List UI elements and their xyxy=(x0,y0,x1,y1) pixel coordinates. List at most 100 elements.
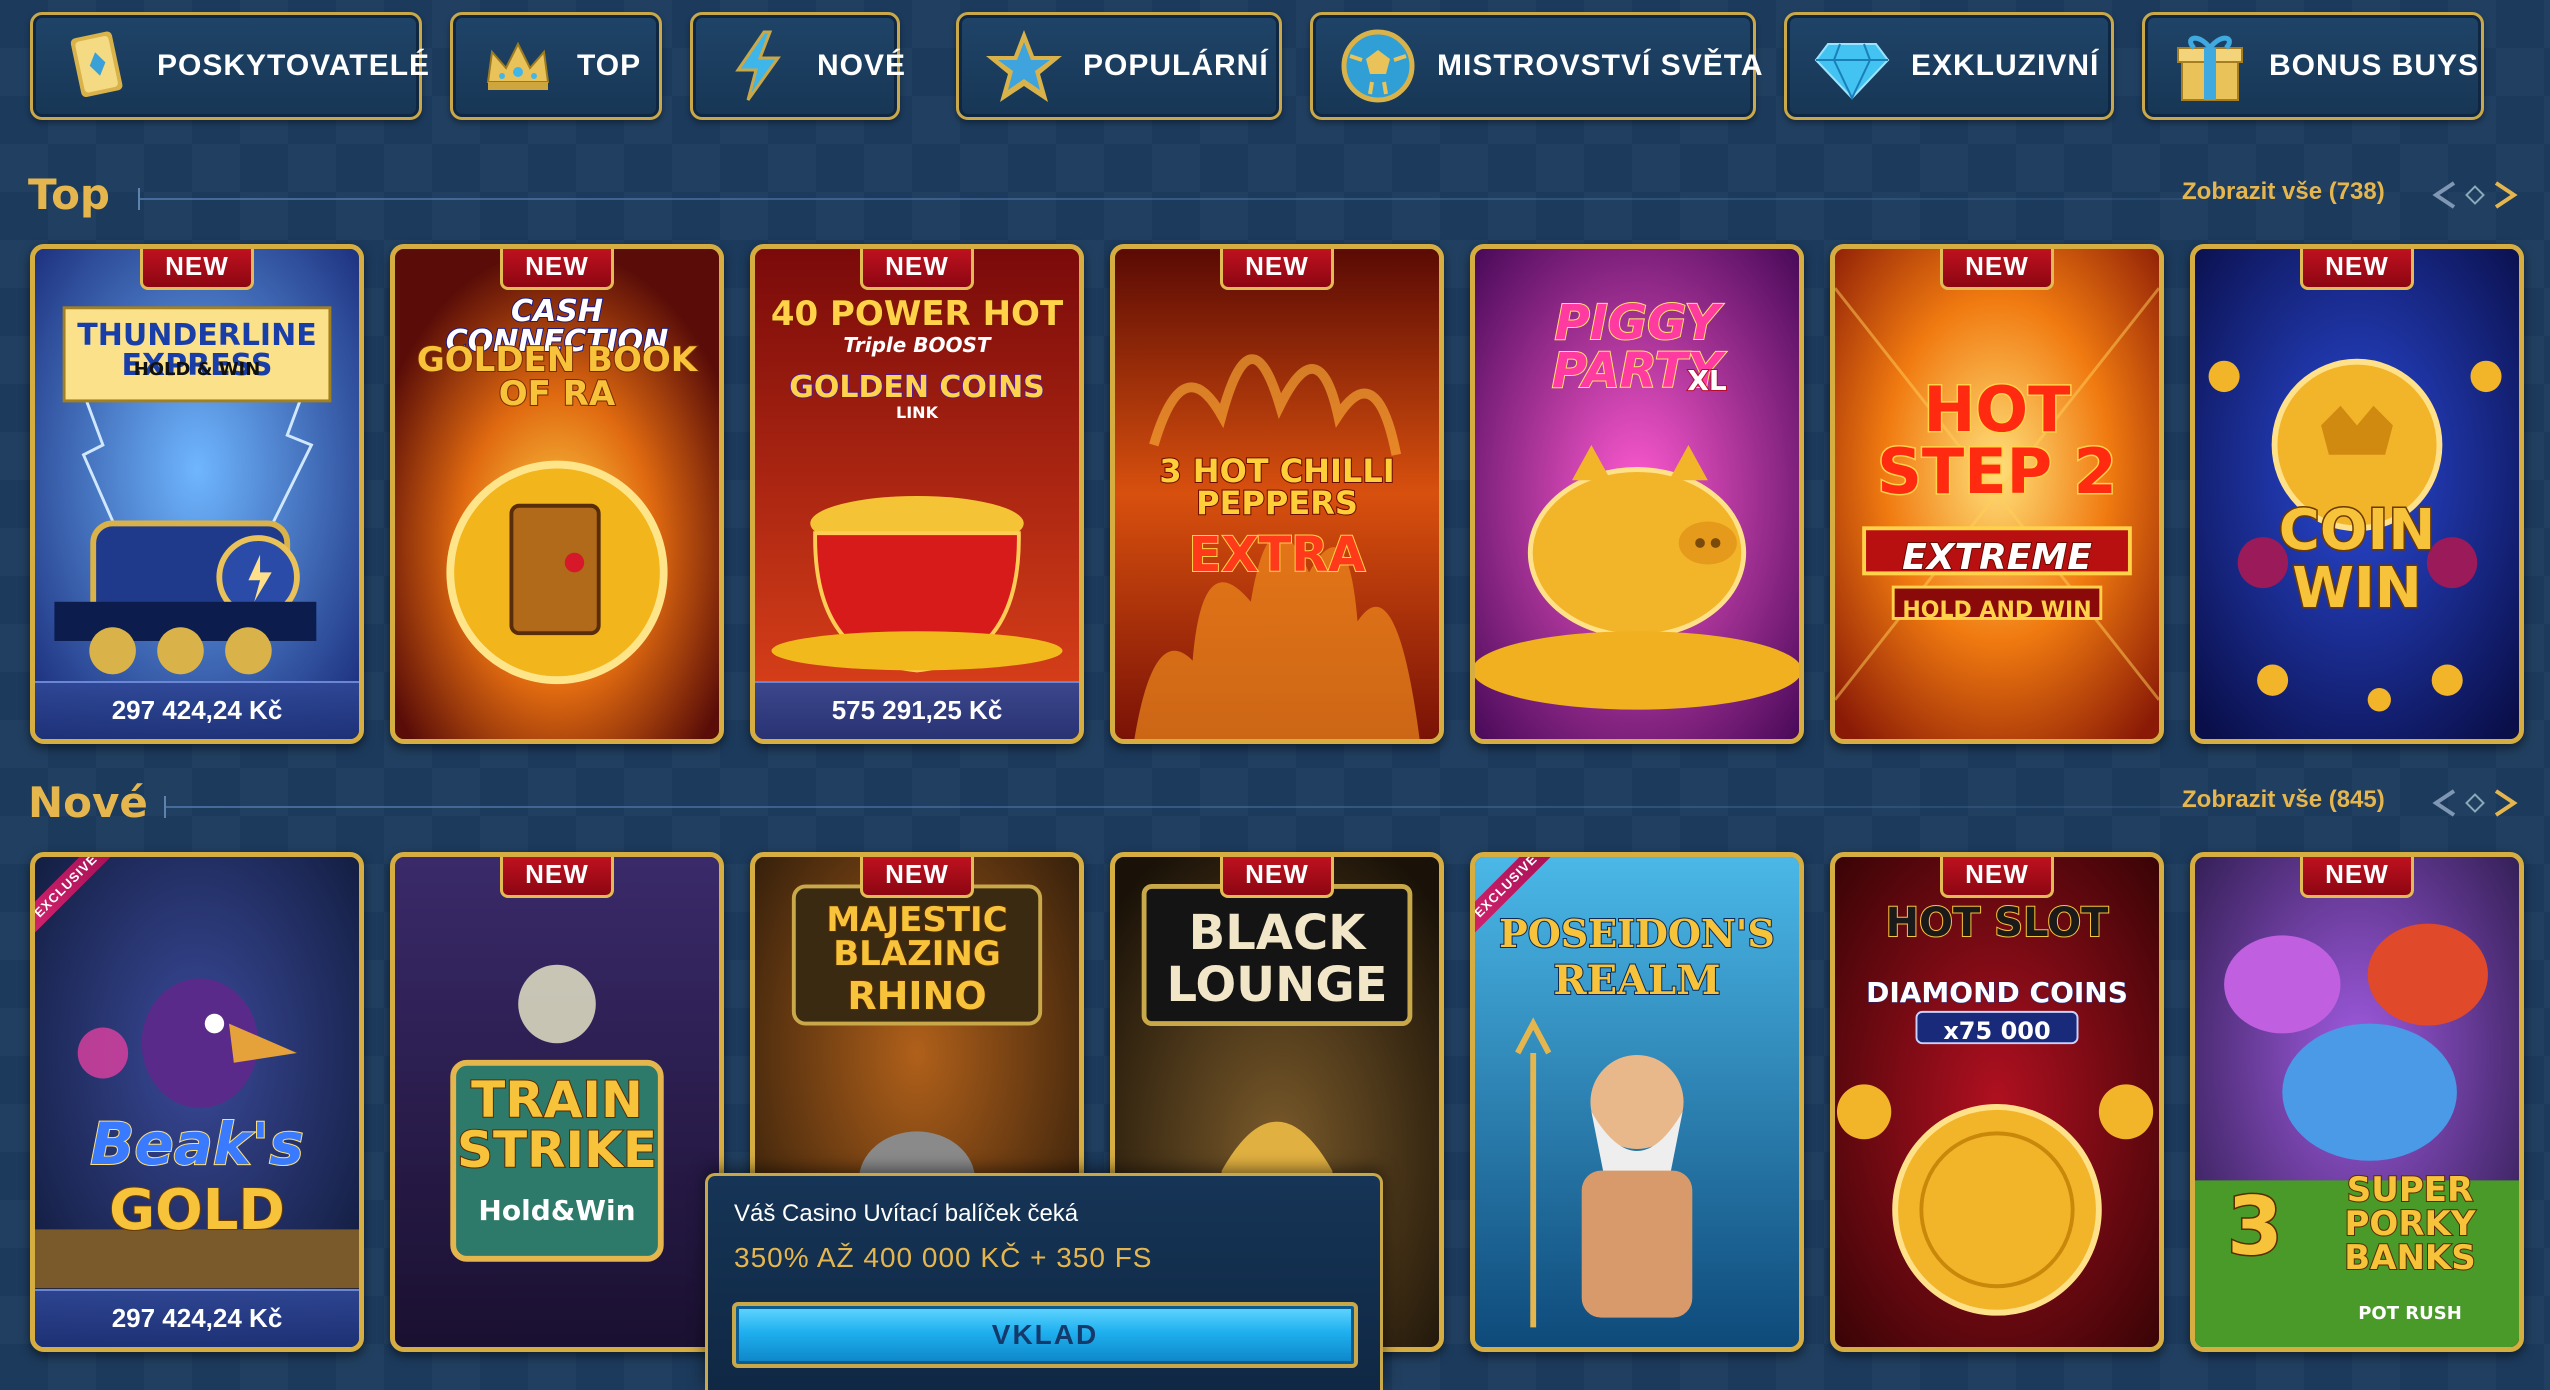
game-art xyxy=(35,857,359,1347)
game-subtitle: RHINO xyxy=(846,974,987,1018)
jackpot-amount: 297 424,24 Kč xyxy=(35,681,359,739)
game-subtitle: Hold&Win xyxy=(478,1194,636,1227)
crown-icon xyxy=(475,23,561,109)
game-subtitle: XL xyxy=(1686,364,1727,397)
new-badge: NEW xyxy=(860,857,974,898)
arrow-left-icon[interactable] xyxy=(2428,177,2464,213)
game-extra: x75 000 xyxy=(1943,1017,2051,1045)
game-card[interactable]: NEW 40 POWER HOT Triple BOOST GOLDEN COI… xyxy=(750,244,1084,744)
game-subtitle: LOUNGE xyxy=(1166,957,1388,1013)
game-subtitle: EXTRA xyxy=(1188,527,1367,583)
game-subtitle: HOLD & WIN xyxy=(133,359,261,380)
game-subtitle: EXTREME xyxy=(1901,537,2093,578)
game-subtitle: WIN xyxy=(2291,556,2423,621)
game-extra: HOLD AND WIN xyxy=(1902,598,2092,623)
category-label: POPULÁRNÍ xyxy=(1083,49,1269,82)
game-title: 40 POWER HOT xyxy=(770,294,1064,334)
category-new-button[interactable]: NOVÉ xyxy=(690,12,905,120)
game-subtitle: GOLD xyxy=(108,1178,286,1243)
game-title: HOT STEP 2 xyxy=(1876,373,2118,508)
gift-icon xyxy=(2167,23,2253,109)
diamond-icon xyxy=(1809,23,1895,109)
category-world-cup-button[interactable]: MISTROVSTVÍ SVĚTA xyxy=(1310,12,1762,120)
new-badge: NEW xyxy=(1940,857,2054,898)
new-badge: NEW xyxy=(500,249,614,290)
section-header-top: Top Zobrazit vše (738) xyxy=(28,170,2528,230)
category-nav: POSKYTOVATELÉ TOP NOVÉ POPULÁRNÍ MISTROV… xyxy=(0,0,2550,140)
new-badge: NEW xyxy=(1220,249,1334,290)
soccer-ball-icon xyxy=(1335,23,1421,109)
new-badge: NEW xyxy=(140,249,254,290)
section-title: Nové xyxy=(28,778,148,827)
game-card[interactable]: NEW 3 HOT CHILLI PEPPERS EXTRA xyxy=(1110,244,1444,744)
card-deck-icon xyxy=(55,23,141,109)
new-badge: NEW xyxy=(860,249,974,290)
game-title: POSEIDON'S xyxy=(1498,911,1776,956)
new-badge: NEW xyxy=(1220,857,1334,898)
arrow-right-icon[interactable] xyxy=(2486,785,2522,821)
game-title: 3 HOT CHILLI PEPPERS xyxy=(1158,452,1395,522)
game-subtitle: POT RUSH xyxy=(2358,1303,2462,1324)
carousel-arrows xyxy=(2428,778,2528,828)
game-extra: 3 xyxy=(2226,1180,2285,1273)
game-extra: Triple BOOST xyxy=(843,333,991,357)
deposit-button[interactable]: VKLAD xyxy=(732,1302,1358,1368)
game-card[interactable]: EXCLUSIVE POSEIDON'S REALM xyxy=(1470,852,1804,1352)
new-badge: NEW xyxy=(2300,857,2414,898)
game-card[interactable]: NEW COIN WIN xyxy=(2190,244,2524,744)
new-badge: NEW xyxy=(1940,249,2054,290)
game-title: TRAIN STRIKE xyxy=(456,1071,658,1179)
category-label: EXKLUZIVNÍ xyxy=(1911,49,2100,82)
carousel-dot-icon xyxy=(2465,793,2485,813)
category-label: TOP xyxy=(577,49,642,82)
game-subtitle: GOLDEN BOOK OF RA xyxy=(416,340,698,414)
game-tag: LINK xyxy=(896,403,938,422)
category-providers-button[interactable]: POSKYTOVATELÉ xyxy=(30,12,429,120)
game-card[interactable]: NEW THUNDERLINE EXPRESS HOLD & WIN 297 4… xyxy=(30,244,364,744)
jackpot-amount: 575 291,25 Kč xyxy=(755,681,1079,739)
game-card[interactable]: NEW HOT SLOT DIAMOND COINS x75 000 xyxy=(1830,852,2164,1352)
game-title: Beak's xyxy=(89,1110,305,1178)
category-exclusive-button[interactable]: EXKLUZIVNÍ xyxy=(1784,12,2114,120)
see-all-link[interactable]: Zobrazit vše (845) xyxy=(2182,786,2385,814)
category-label: MISTROVSTVÍ SVĚTA xyxy=(1437,49,1764,82)
section-divider xyxy=(164,796,2198,818)
game-title: HOT SLOT xyxy=(1885,900,2110,946)
new-badge: NEW xyxy=(500,857,614,898)
game-subtitle: DIAMOND COINS xyxy=(1866,976,2129,1009)
lightning-icon xyxy=(715,23,801,109)
see-all-link[interactable]: Zobrazit vše (738) xyxy=(2182,178,2385,206)
star-icon xyxy=(981,23,1067,109)
category-top-button[interactable]: TOP xyxy=(450,12,662,120)
game-title: SUPER PORKY BANKS xyxy=(2343,1170,2477,1278)
carousel-arrows xyxy=(2428,170,2528,220)
game-title: BLACK xyxy=(1188,905,1366,961)
new-badge: NEW xyxy=(2300,249,2414,290)
arrow-left-icon[interactable] xyxy=(2428,785,2464,821)
welcome-bonus-popup: Váš Casino Uvítací balíček čeká 350% AŽ … xyxy=(705,1173,1383,1390)
game-card[interactable]: NEW 3 SUPER PORKY BANKS POT RUSH xyxy=(2190,852,2524,1352)
jackpot-amount: 297 424,24 Kč xyxy=(35,1289,359,1347)
game-card[interactable]: EXCLUSIVE Beak's GOLD 297 424,24 Kč xyxy=(30,852,364,1352)
arrow-right-icon[interactable] xyxy=(2486,177,2522,213)
category-label: POSKYTOVATELÉ xyxy=(157,49,431,82)
category-popular-button[interactable]: POPULÁRNÍ xyxy=(956,12,1282,120)
section-header-new: Nové Zobrazit vše (845) xyxy=(28,778,2528,838)
carousel-dot-icon xyxy=(2465,185,2485,205)
popup-offer: 350% AŽ 400 000 KČ + 350 FS xyxy=(734,1242,1153,1273)
section-title: Top xyxy=(28,170,110,219)
game-card[interactable]: NEW HOT STEP 2 EXTREME HOLD AND WIN xyxy=(1830,244,2164,744)
popup-title: Váš Casino Uvítací balíček čeká xyxy=(734,1200,1079,1227)
category-label: NOVÉ xyxy=(817,49,907,82)
section-divider xyxy=(138,188,2198,210)
game-subtitle: REALM xyxy=(1552,957,1721,1004)
game-card[interactable]: PIGGY PARTY XL xyxy=(1470,244,1804,744)
category-bonus-buys-button[interactable]: BONUS BUYS xyxy=(2142,12,2484,120)
game-subtitle: GOLDEN COINS xyxy=(788,370,1046,405)
game-card[interactable]: NEW TRAIN STRIKE Hold&Win xyxy=(390,852,724,1352)
game-art xyxy=(2195,249,2519,739)
game-title: MAJESTIC BLAZING xyxy=(825,900,1008,974)
game-title: COIN xyxy=(2277,498,2436,563)
game-card[interactable]: NEW CASH CONNECTION GOLDEN BOOK OF RA xyxy=(390,244,724,744)
category-label: BONUS BUYS xyxy=(2269,49,2480,82)
